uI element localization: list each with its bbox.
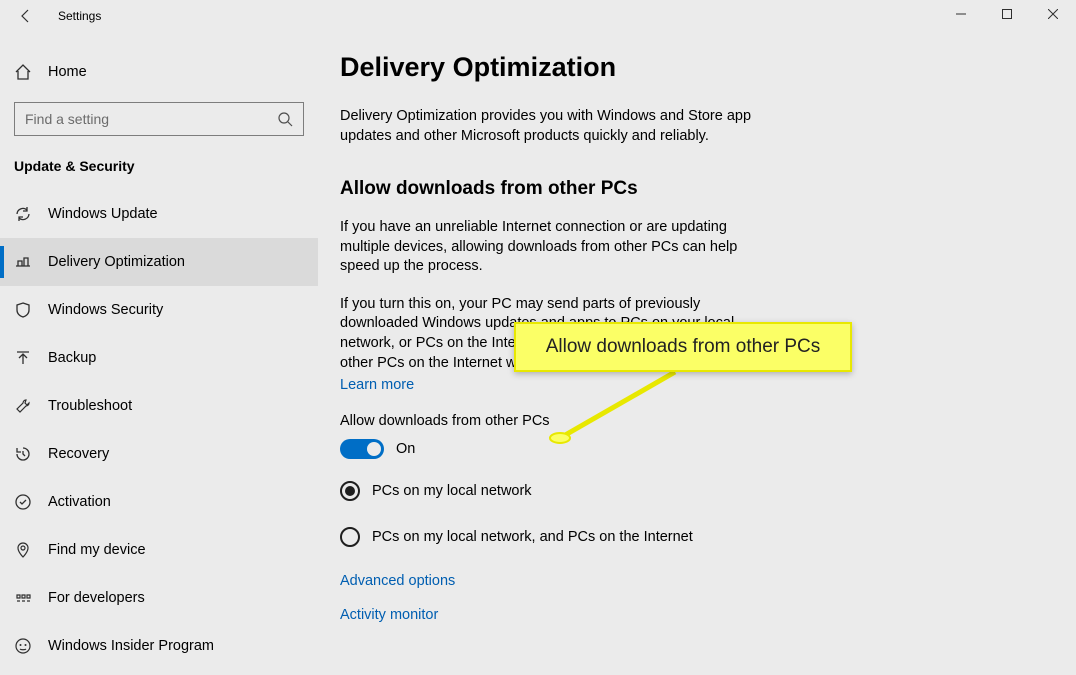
home-label: Home bbox=[48, 64, 87, 80]
activity-monitor-link[interactable]: Activity monitor bbox=[340, 607, 1036, 623]
minimize-button[interactable] bbox=[938, 0, 984, 28]
home-icon bbox=[14, 63, 32, 81]
radio-icon bbox=[340, 481, 360, 501]
toggle-state: On bbox=[396, 441, 415, 457]
radio-icon bbox=[340, 527, 360, 547]
nav-recovery[interactable]: Recovery bbox=[0, 430, 318, 478]
close-button[interactable] bbox=[1030, 0, 1076, 28]
section-heading: Allow downloads from other PCs bbox=[340, 178, 1036, 200]
nav-windows-update[interactable]: Windows Update bbox=[0, 190, 318, 238]
backup-icon bbox=[14, 349, 32, 367]
minimize-icon bbox=[956, 9, 966, 19]
learn-more-link[interactable]: Learn more bbox=[340, 377, 1036, 393]
nav-for-developers[interactable]: For developers bbox=[0, 574, 318, 622]
nav-label: For developers bbox=[48, 590, 145, 606]
allow-downloads-toggle[interactable] bbox=[340, 439, 384, 459]
nav-delivery-optimization[interactable]: Delivery Optimization bbox=[0, 238, 318, 286]
insider-icon bbox=[14, 637, 32, 655]
nav-activation[interactable]: Activation bbox=[0, 478, 318, 526]
nav-list: Windows Update Delivery Optimization Win… bbox=[0, 190, 318, 670]
nav-label: Activation bbox=[48, 494, 111, 510]
nav-label: Delivery Optimization bbox=[48, 254, 185, 270]
nav-find-my-device[interactable]: Find my device bbox=[0, 526, 318, 574]
annotation-text: Allow downloads from other PCs bbox=[546, 336, 821, 358]
maximize-icon bbox=[1002, 9, 1012, 19]
nav-troubleshoot[interactable]: Troubleshoot bbox=[0, 382, 318, 430]
category-header: Update & Security bbox=[0, 154, 318, 190]
nav-windows-security[interactable]: Windows Security bbox=[0, 286, 318, 334]
search-icon bbox=[277, 111, 293, 132]
maximize-button[interactable] bbox=[984, 0, 1030, 28]
arrow-left-icon bbox=[18, 8, 34, 24]
title-bar: Settings bbox=[0, 0, 1076, 32]
location-icon bbox=[14, 541, 32, 559]
sync-icon bbox=[14, 205, 32, 223]
sidebar: Home Update & Security Windows Update bbox=[0, 32, 318, 675]
page-title: Delivery Optimization bbox=[340, 52, 1036, 83]
nav-backup[interactable]: Backup bbox=[0, 334, 318, 382]
nav-windows-insider[interactable]: Windows Insider Program bbox=[0, 622, 318, 670]
radio-label: PCs on my local network bbox=[372, 483, 532, 499]
delivery-icon bbox=[14, 253, 32, 271]
check-circle-icon bbox=[14, 493, 32, 511]
shield-icon bbox=[14, 301, 32, 319]
nav-label: Windows Insider Program bbox=[48, 638, 214, 654]
window-title: Settings bbox=[58, 9, 101, 23]
radio-label: PCs on my local network, and PCs on the … bbox=[372, 529, 693, 545]
radio-option-local[interactable]: PCs on my local network bbox=[340, 481, 1036, 501]
window-controls bbox=[938, 0, 1076, 32]
nav-label: Find my device bbox=[48, 542, 146, 558]
lead-paragraph: Delivery Optimization provides you with … bbox=[340, 107, 780, 146]
search-box[interactable] bbox=[14, 102, 304, 136]
wrench-icon bbox=[14, 397, 32, 415]
recovery-icon bbox=[14, 445, 32, 463]
close-icon bbox=[1048, 9, 1058, 19]
nav-label: Windows Update bbox=[48, 206, 158, 222]
nav-label: Recovery bbox=[48, 446, 109, 462]
toggle-label: Allow downloads from other PCs bbox=[340, 413, 1036, 429]
nav-label: Troubleshoot bbox=[48, 398, 132, 414]
home-nav[interactable]: Home bbox=[0, 52, 318, 92]
settings-window: Settings Home bbox=[0, 0, 1076, 675]
advanced-options-link[interactable]: Advanced options bbox=[340, 573, 1036, 589]
radio-option-internet[interactable]: PCs on my local network, and PCs on the … bbox=[340, 527, 1036, 547]
back-button[interactable] bbox=[16, 6, 36, 26]
search-input[interactable] bbox=[25, 111, 269, 127]
paragraph-1: If you have an unreliable Internet conne… bbox=[340, 218, 780, 277]
annotation-callout: Allow downloads from other PCs bbox=[514, 322, 852, 372]
developers-icon bbox=[14, 589, 32, 607]
nav-label: Windows Security bbox=[48, 302, 163, 318]
nav-label: Backup bbox=[48, 350, 96, 366]
